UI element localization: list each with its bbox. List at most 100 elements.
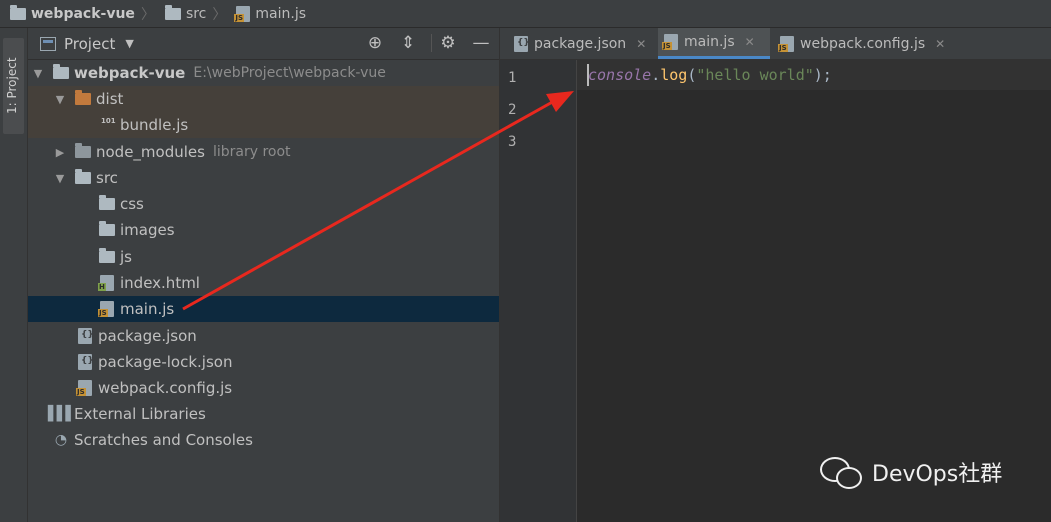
- view-dropdown-icon[interactable]: ▼: [125, 37, 133, 50]
- expand-arrow-icon[interactable]: ▼: [54, 93, 66, 106]
- breadcrumb-file[interactable]: JS main.js: [226, 5, 307, 22]
- tree-item-label: webpack-vue: [74, 64, 186, 82]
- line-number: 1: [508, 70, 517, 86]
- project-panel: Project ▼ ⊕ ⇕ ⚙ — ▼ webpack-vue E:\webPr…: [28, 28, 499, 522]
- folder-icon: [99, 195, 115, 210]
- collapse-arrow-icon[interactable]: ▶: [54, 146, 66, 159]
- watermark-text: DevOps社群: [872, 462, 1003, 487]
- breadcrumb-file-label: main.js: [255, 5, 307, 22]
- tree-item-main-js[interactable]: JS main.js: [28, 296, 499, 322]
- close-icon[interactable]: ✕: [636, 37, 646, 51]
- js-file-icon: JS: [234, 5, 251, 22]
- tree-item-label: node_modules: [96, 143, 205, 161]
- code-editor-text[interactable]: console.log("hello world");: [588, 66, 832, 84]
- tab-main-js[interactable]: JS main.js ✕: [658, 28, 770, 59]
- tree-item-label: js: [120, 248, 132, 266]
- header-divider: [431, 34, 432, 52]
- code-object: console: [588, 66, 652, 84]
- js-file-icon: JS: [98, 301, 114, 317]
- line-number-gutter: 1 2 3: [500, 60, 577, 522]
- code-dot: .: [651, 66, 661, 84]
- tree-item-label: index.html: [120, 274, 200, 292]
- close-icon[interactable]: ✕: [935, 37, 945, 51]
- collapse-all-icon[interactable]: ⇕: [397, 32, 419, 54]
- tree-item-label: main.js: [120, 300, 175, 318]
- tree-item-package-json[interactable]: {} package.json: [28, 323, 499, 349]
- tree-item-label: package-lock.json: [98, 353, 233, 371]
- scratches-icon: ◔: [54, 432, 68, 448]
- tree-item-label: css: [120, 195, 144, 213]
- tree-item-js[interactable]: js: [28, 244, 499, 270]
- wechat-icon: [820, 457, 862, 489]
- folder-icon: [75, 143, 91, 158]
- tree-item-src[interactable]: ▼ src: [28, 165, 499, 191]
- breadcrumb-folder[interactable]: src: [155, 4, 207, 22]
- folder-icon: [53, 64, 69, 79]
- folder-icon: [75, 169, 91, 184]
- tree-item-package-lock[interactable]: {} package-lock.json: [28, 349, 499, 375]
- tree-item-css[interactable]: css: [28, 191, 499, 217]
- json-file-icon: {}: [78, 354, 94, 370]
- breadcrumb-project-label: webpack-vue: [31, 5, 135, 22]
- tree-item-bundle[interactable]: 101 bundle.js: [28, 112, 499, 138]
- project-view-title[interactable]: Project: [64, 35, 115, 53]
- breadcrumb-separator: 〉: [140, 6, 155, 23]
- tree-item-webpack-config[interactable]: JS webpack.config.js: [28, 375, 499, 401]
- tree-item-index-html[interactable]: H index.html: [28, 270, 499, 296]
- target-icon[interactable]: ⊕: [364, 32, 386, 54]
- expand-arrow-icon[interactable]: ▼: [54, 172, 66, 185]
- breadcrumb-separator: 〉: [212, 6, 227, 23]
- editor-area: {} package.json ✕ JS main.js ✕ JS webpac…: [499, 28, 1051, 522]
- tree-item-label: webpack.config.js: [98, 379, 233, 397]
- js-file-icon: JS: [76, 380, 92, 396]
- excluded-folder-icon: [75, 90, 91, 105]
- tab-label: main.js: [684, 34, 735, 50]
- tab-package-json[interactable]: {} package.json ✕: [508, 28, 654, 59]
- folder-icon: [99, 221, 115, 236]
- code-method: log: [660, 66, 688, 84]
- project-view-icon: [40, 36, 56, 51]
- line-number: 3: [508, 134, 517, 150]
- code-close: );: [813, 66, 832, 84]
- watermark: DevOps社群: [820, 456, 1003, 489]
- expand-arrow-icon[interactable]: ▼: [32, 67, 44, 80]
- tree-item-label: dist: [96, 90, 124, 108]
- project-panel-header: Project ▼ ⊕ ⇕ ⚙ —: [28, 28, 499, 60]
- tree-item-label: images: [120, 221, 175, 239]
- close-icon[interactable]: ✕: [745, 35, 755, 49]
- tree-item-root[interactable]: ▼ webpack-vue E:\webProject\webpack-vue: [28, 60, 499, 86]
- js-file-icon: JS: [778, 35, 794, 52]
- text-caret: [587, 64, 589, 86]
- tool-window-strip: 1: Project: [0, 28, 28, 522]
- breadcrumb: webpack-vue 〉 src 〉 JS main.js: [0, 0, 1051, 28]
- tab-label: webpack.config.js: [800, 35, 926, 52]
- tree-item-label: bundle.js: [120, 116, 189, 134]
- json-file-icon: {}: [514, 35, 530, 52]
- folder-icon: [164, 4, 181, 20]
- tree-item-label: External Libraries: [74, 405, 206, 423]
- project-tool-tab[interactable]: 1: Project: [3, 38, 24, 134]
- binary-file-icon: 101: [101, 117, 116, 125]
- line-number: 2: [508, 102, 517, 118]
- breadcrumb-folder-label: src: [185, 5, 207, 22]
- tab-label: package.json: [534, 35, 627, 52]
- tree-item-scratches[interactable]: ◔ Scratches and Consoles: [28, 427, 499, 453]
- tree-item-dist[interactable]: ▼ dist: [28, 86, 499, 112]
- minimize-icon[interactable]: —: [470, 32, 492, 54]
- folder-icon: [99, 248, 115, 263]
- html-file-icon: H: [98, 275, 114, 291]
- tree-item-label: src: [96, 169, 118, 187]
- gear-icon[interactable]: ⚙: [437, 32, 459, 54]
- tree-item-node-modules[interactable]: ▶ node_modules library root: [28, 139, 499, 165]
- folder-icon: [10, 4, 26, 20]
- tab-webpack-config[interactable]: JS webpack.config.js ✕: [774, 28, 958, 59]
- library-icon: ▌▌▌: [47, 406, 76, 422]
- breadcrumb-project[interactable]: webpack-vue: [0, 4, 135, 22]
- tree-item-path: E:\webProject\webpack-vue: [193, 65, 386, 81]
- tree-item-images[interactable]: images: [28, 217, 499, 243]
- tree-item-hint: library root: [212, 144, 291, 160]
- editor-tab-bar: {} package.json ✕ JS main.js ✕ JS webpac…: [500, 28, 1051, 60]
- project-tool-tab-label: 1: Project: [5, 57, 19, 115]
- json-file-icon: {}: [78, 328, 94, 344]
- tree-item-external-libraries[interactable]: ▌▌▌ External Libraries: [28, 401, 499, 427]
